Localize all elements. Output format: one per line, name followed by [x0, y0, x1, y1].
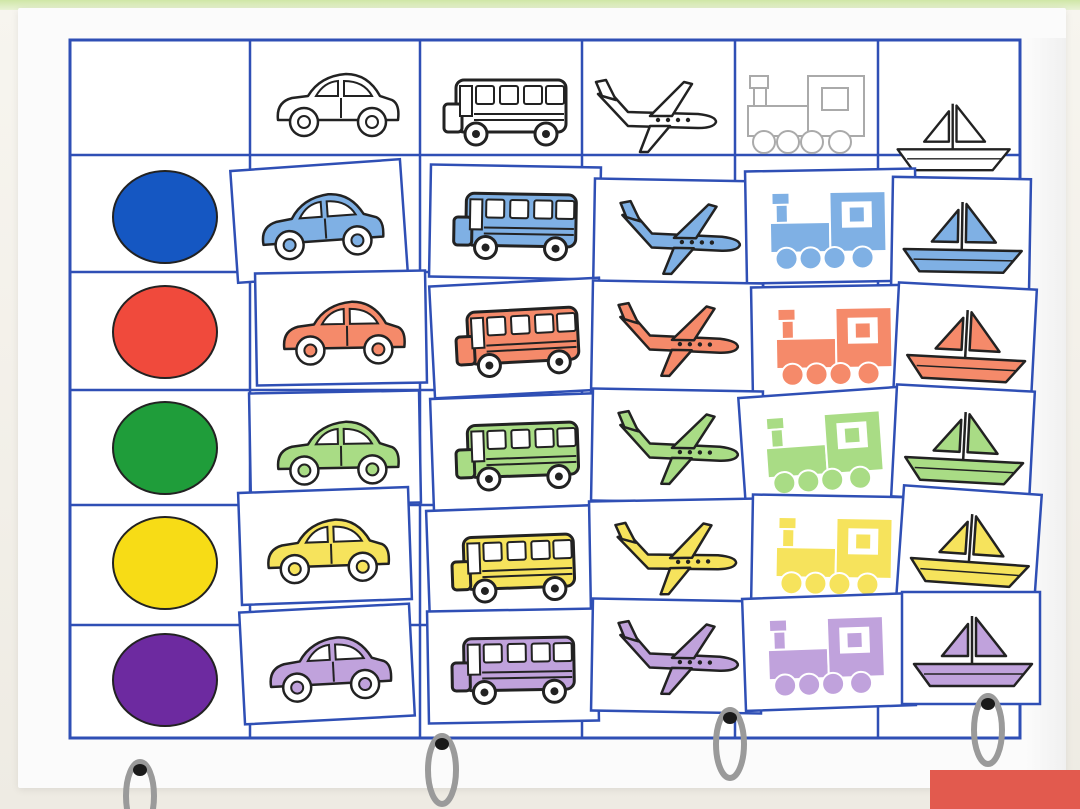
blue-car-card[interactable] — [228, 157, 410, 285]
yellow-airplane-card[interactable] — [587, 497, 763, 615]
purple-bus-card[interactable] — [425, 607, 601, 725]
blue-color-dot — [112, 170, 218, 264]
green-airplane-card[interactable] — [589, 387, 765, 505]
punch-hole — [981, 698, 995, 710]
punch-hole — [723, 712, 737, 724]
blue-airplane-card[interactable] — [591, 177, 767, 295]
red-bus-card[interactable] — [427, 276, 607, 400]
purple-car-card[interactable] — [237, 602, 417, 726]
yellow-color-dot — [112, 516, 218, 610]
purple-train-card[interactable] — [740, 591, 918, 713]
sorting-board — [68, 38, 1080, 809]
green-train-card[interactable] — [736, 384, 918, 512]
binder-divider-tab — [930, 770, 1080, 809]
yellow-sailboat-card[interactable] — [894, 483, 1044, 609]
red-color-dot — [112, 285, 218, 379]
punch-hole — [133, 764, 147, 776]
train-icon — [764, 409, 885, 496]
purple-color-dot — [112, 633, 218, 727]
blue-bus-card[interactable] — [427, 163, 603, 281]
green-color-dot — [112, 401, 218, 495]
punch-hole — [435, 738, 449, 750]
yellow-car-card[interactable] — [236, 485, 414, 607]
blue-sailboat-card[interactable] — [889, 175, 1033, 293]
red-airplane-card[interactable] — [589, 279, 765, 397]
yellow-bus-card[interactable] — [424, 503, 602, 625]
green-bus-card[interactable] — [428, 391, 606, 513]
purple-airplane-card[interactable] — [589, 597, 765, 715]
vehicle-cards — [228, 157, 1044, 726]
red-car-card[interactable] — [253, 269, 429, 387]
red-sailboat-card[interactable] — [891, 281, 1039, 403]
purple-sailboat-card[interactable] — [900, 590, 1042, 706]
